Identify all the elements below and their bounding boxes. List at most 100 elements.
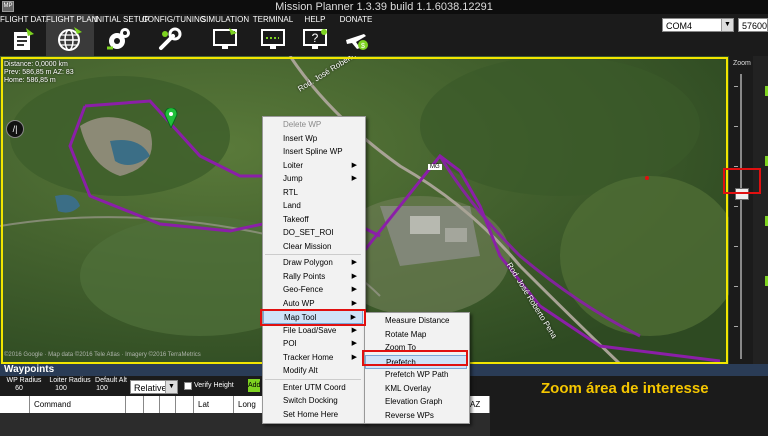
menu-item-auto-wp[interactable]: Auto WP ▶ (263, 297, 363, 311)
prev-readout: Prev: 586,85 m AZ: 83 (4, 69, 74, 76)
menu-item-set-home-here[interactable]: Set Home Here (263, 408, 363, 422)
menu-item-label: Geo-Fence (283, 285, 324, 294)
wrench-icon (159, 27, 182, 50)
grid-column-header[interactable] (126, 396, 144, 413)
donate-plane-icon: $ (346, 34, 368, 50)
menu-item-label: Delete WP (283, 120, 322, 129)
nav-simulation[interactable]: SIMULATION (198, 14, 252, 56)
annotation-caption: Zoom área de interesse (541, 380, 709, 397)
menu-item-insert-spline-wp[interactable]: Insert Spline WP (263, 145, 363, 159)
menu-item-land[interactable]: Land (263, 199, 363, 213)
menu-item-geo-fence[interactable]: Geo-Fence ▶ (263, 283, 363, 297)
compass-icon[interactable]: /| (6, 120, 24, 138)
submenu-item-zoom-to[interactable]: Zoom To (365, 341, 467, 355)
baud-rate-select[interactable]: 57600 (738, 18, 768, 32)
grid-column-header[interactable]: Lat (194, 396, 234, 413)
submenu-item-kml-overlay[interactable]: KML Overlay (365, 382, 467, 396)
menu-item-clear-mission[interactable]: Clear Mission (263, 240, 363, 254)
submenu-item-label: Prefetch WP Path (385, 370, 449, 379)
zoom-tick (734, 286, 738, 287)
verify-height-label: Verify Height (194, 382, 234, 389)
nav-label: HELP (304, 15, 326, 24)
submenu-item-elevation-graph[interactable]: Elevation Graph (365, 395, 467, 409)
nav-config-tuning[interactable]: CONFIG/TUNING (142, 14, 206, 56)
nav-label: INITIAL SETUP (94, 15, 150, 24)
verify-height-checkbox[interactable] (184, 382, 192, 390)
nav-label: TERMINAL (252, 15, 294, 24)
home-marker-icon[interactable] (164, 107, 178, 131)
submenu-item-label: Rotate Map (385, 329, 427, 339)
com-port-value: COM4 (666, 21, 693, 31)
submenu-item-prefetch[interactable]: Prefetch (365, 354, 467, 369)
grid-column-header[interactable]: Long (234, 396, 264, 413)
grid-column-header[interactable] (144, 396, 160, 413)
home-readout: Home: 586,85 m (4, 77, 56, 84)
menu-item-label: Auto WP (283, 298, 315, 308)
menu-item-file-load-save[interactable]: File Load/Save ▶ (263, 324, 363, 338)
menu-item-label: Set Home Here (283, 409, 339, 419)
menu-item-poi[interactable]: POI ▶ (263, 337, 363, 351)
submenu-item-prefetch-wp-path[interactable]: Prefetch WP Path (365, 368, 467, 382)
menu-item-map-tool[interactable]: Map Tool ▶ (263, 310, 363, 324)
submenu-arrow-icon: ▶ (351, 286, 357, 293)
submenu-arrow-icon: ▶ (351, 259, 357, 266)
zoom-tick (734, 326, 738, 327)
menu-item-draw-polygon[interactable]: Draw Polygon ▶ (263, 256, 363, 270)
menu-item-modify-alt[interactable]: Modify Alt (263, 364, 363, 378)
distance-readout: Distance: 0,0000 km (4, 61, 68, 68)
grid-column-header[interactable] (176, 396, 194, 413)
nav-label: CONFIG/TUNING (142, 15, 206, 24)
waypoint-controls: WP Radius 60 Loiter Radius 100 Default A… (0, 376, 260, 396)
zoom-tick (734, 206, 738, 207)
menu-item-loiter[interactable]: Loiter ▶ (263, 159, 363, 173)
menu-item-jump[interactable]: Jump ▶ (263, 172, 363, 186)
menu-item-label: Map Tool (284, 313, 317, 322)
menu-item-delete-wp[interactable]: Delete WP (263, 118, 363, 132)
default-alt-value[interactable]: 100 (92, 385, 112, 393)
zoom-slider-track[interactable] (740, 74, 742, 359)
nav-donate[interactable]: DONATE $ (336, 14, 376, 56)
menu-item-takeoff[interactable]: Takeoff (263, 213, 363, 227)
menu-item-rally-points[interactable]: Rally Points ▶ (263, 270, 363, 284)
grid-column-header[interactable] (160, 396, 176, 413)
menu-item-label: Clear Mission (283, 241, 332, 251)
grid-column-header[interactable]: Command (30, 396, 126, 413)
zoom-tick (734, 166, 738, 167)
grid-column-header[interactable] (0, 396, 30, 413)
wp-radius-label: WP Radius (6, 377, 42, 384)
submenu-item-label: Prefetch (386, 357, 416, 367)
menu-item-label: Land (283, 201, 301, 210)
submenu-item-label: Zoom To (385, 343, 416, 352)
right-side-strip (753, 56, 768, 364)
menu-item-insert-wp[interactable]: Insert Wp (263, 132, 363, 146)
menu-item-do-set-roi[interactable]: DO_SET_ROI (263, 226, 363, 240)
road-sign: MG (428, 164, 442, 170)
add-below-button[interactable]: Add (248, 379, 260, 392)
wp-radius-value[interactable]: 60 (4, 385, 34, 393)
menu-item-rtl[interactable]: RTL (263, 186, 363, 200)
zoom-tick (734, 246, 738, 247)
altitude-mode-select[interactable]: Relative ▼ (130, 380, 178, 394)
nav-flight-plan[interactable]: FLIGHT PLAN (46, 14, 98, 56)
submenu-item-reverse-wps[interactable]: Reverse WPs (365, 409, 467, 423)
nav-initial-setup[interactable]: INITIAL SETUP (94, 14, 150, 56)
nav-flight-data[interactable]: FLIGHT DATA (0, 14, 51, 56)
nav-help[interactable]: HELP ? (294, 14, 336, 56)
submenu-item-measure-distance[interactable]: Measure Distance (365, 314, 467, 328)
nav-terminal[interactable]: TERMINAL (252, 14, 294, 56)
map-context-menu: Delete WP Insert Wp Insert Spline WP Loiter… (262, 116, 366, 424)
zoom-panel: Zoom (729, 56, 753, 364)
submenu-arrow-icon: ▶ (351, 175, 357, 182)
nav-label: FLIGHT PLAN (46, 15, 98, 24)
menu-item-enter-utm-coord[interactable]: Enter UTM Coord (263, 381, 363, 395)
menu-item-label: Switch Docking (283, 396, 338, 405)
flight-data-icon (14, 28, 34, 50)
loiter-radius-value[interactable]: 100 (46, 385, 76, 393)
nav-label: FLIGHT DATA (0, 15, 51, 24)
menu-item-tracker-home[interactable]: Tracker Home ▶ (263, 351, 363, 365)
submenu-item-rotate-map[interactable]: Rotate Map (365, 328, 467, 342)
help-icon: ? (303, 29, 327, 49)
nav-label: DONATE (339, 15, 373, 24)
menu-item-switch-docking[interactable]: Switch Docking (263, 394, 363, 408)
com-port-select[interactable]: COM4 ▼ (662, 18, 734, 32)
